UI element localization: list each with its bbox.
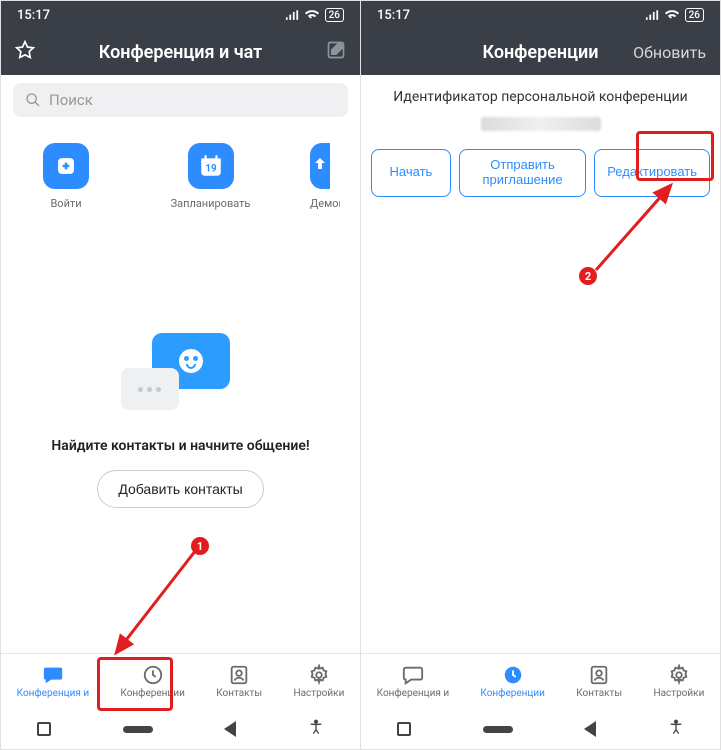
chat-icon (42, 664, 64, 686)
invite-button[interactable]: Отправить приглашение (459, 149, 586, 197)
tab-meetings[interactable]: Конференции (120, 664, 184, 699)
tab-meetings-label: Конференции (120, 688, 184, 699)
share-action[interactable]: Демонстра (310, 143, 340, 210)
wifi-icon (665, 10, 679, 21)
clock-icon (502, 664, 524, 686)
contacts-icon (228, 664, 250, 686)
top-bar: Конференции Обновить (361, 29, 720, 75)
join-action[interactable]: Войти (21, 143, 111, 210)
status-time: 15:17 (377, 8, 410, 23)
edit-button[interactable]: Редактировать (594, 149, 710, 197)
bubble-grey (121, 368, 179, 410)
status-bar: 15:17 26 (1, 1, 360, 29)
status-right: 26 (645, 8, 704, 22)
nav-recents[interactable] (37, 722, 51, 736)
nav-back[interactable] (224, 721, 236, 737)
tab-contacts-label: Контакты (576, 688, 622, 699)
compose-icon[interactable] (326, 40, 346, 65)
tab-contacts-label: Контакты (216, 688, 262, 699)
star-icon[interactable] (15, 40, 35, 65)
search-placeholder: Поиск (49, 91, 93, 109)
action-row: Войти 19 Запланировать Демонстра (1, 125, 360, 220)
top-bar: Конференция и чат (1, 29, 360, 75)
nav-recents[interactable] (397, 722, 411, 736)
plus-icon (43, 143, 89, 189)
tab-bar: Конференция и Конференции Контакты Настр… (1, 653, 360, 709)
schedule-action[interactable]: 19 Запланировать (166, 143, 256, 210)
tab-settings[interactable]: Настройки (293, 664, 344, 699)
nav-accessibility[interactable] (668, 719, 684, 739)
android-nav (361, 709, 720, 749)
nav-back[interactable] (584, 721, 596, 737)
contacts-icon (588, 664, 610, 686)
refresh-button[interactable]: Обновить (633, 43, 706, 62)
annotation-badge-1: 1 (191, 537, 209, 555)
android-nav (1, 709, 360, 749)
tab-chat[interactable]: Конференция и (17, 664, 89, 699)
svg-text:19: 19 (205, 163, 217, 174)
status-bar: 15:17 26 (361, 1, 720, 29)
content-area: Поиск Войти 19 Запланировать Демонстр (1, 75, 360, 653)
tab-meetings[interactable]: Конференции (480, 664, 544, 699)
share-label: Демонстра (310, 197, 340, 210)
nav-accessibility[interactable] (308, 719, 324, 739)
chat-icon (402, 664, 424, 686)
page-title: Конференции (482, 42, 598, 63)
tab-contacts[interactable]: Контакты (576, 664, 622, 699)
search-input[interactable]: Поиск (13, 83, 348, 117)
schedule-label: Запланировать (171, 197, 251, 210)
tab-meetings-label: Конференции (480, 688, 544, 699)
phone-right: 15:17 26 Конференции Обновить Идентифика… (361, 0, 721, 750)
status-right: 26 (285, 8, 344, 22)
signal-icon (285, 10, 299, 21)
nav-home[interactable] (483, 726, 513, 733)
pmi-value-redacted (481, 117, 601, 131)
annotation-badge-2: 2 (579, 267, 597, 285)
clock-icon (142, 664, 164, 686)
gear-icon (668, 664, 690, 686)
pmi-label: Идентификатор персональной конференции (361, 89, 720, 105)
tab-contacts[interactable]: Контакты (216, 664, 262, 699)
status-time: 15:17 (17, 8, 50, 23)
battery-icon: 26 (325, 8, 344, 22)
phone-left: 15:17 26 Конференция и чат Поиск (0, 0, 361, 750)
start-button[interactable]: Начать (371, 149, 451, 197)
join-label: Войти (50, 197, 81, 210)
tab-bar: Конференция и Конференции Контакты Настр… (361, 653, 720, 709)
battery-icon: 26 (685, 8, 704, 22)
find-contacts-text: Найдите контакты и начните общение! (1, 438, 360, 454)
wifi-icon (305, 10, 319, 21)
calendar-icon: 19 (188, 143, 234, 189)
tab-settings-label: Настройки (653, 688, 704, 699)
nav-home[interactable] (123, 726, 153, 733)
tab-chat-label: Конференция и (377, 688, 449, 699)
tab-settings[interactable]: Настройки (653, 664, 704, 699)
arrow-annotation (101, 545, 211, 665)
content-area: Идентификатор персональной конференции Н… (361, 75, 720, 653)
tab-settings-label: Настройки (293, 688, 344, 699)
chat-illustration (1, 320, 360, 410)
gear-icon (308, 664, 330, 686)
add-contacts-button[interactable]: Добавить контакты (97, 470, 263, 508)
tab-chat[interactable]: Конференция и (377, 664, 449, 699)
page-title: Конференция и чат (99, 42, 263, 63)
share-icon (310, 143, 330, 189)
button-row: Начать Отправить приглашение Редактирова… (361, 149, 720, 197)
signal-icon (645, 10, 659, 21)
tab-chat-label: Конференция и (17, 688, 89, 699)
search-icon (25, 92, 41, 108)
